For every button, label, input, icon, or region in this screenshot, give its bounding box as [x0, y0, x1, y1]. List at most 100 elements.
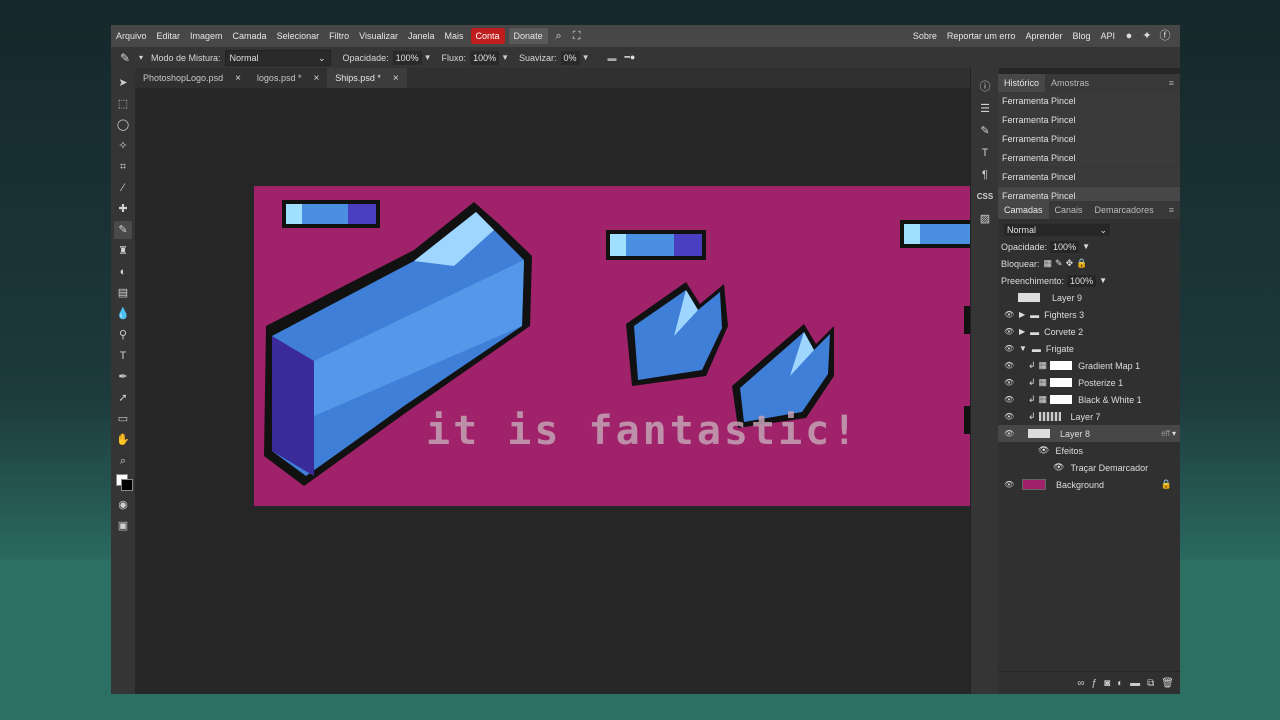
layer-row[interactable]: 👁 ↲ ▦ Gradient Map 1	[998, 357, 1180, 374]
chevron-down-icon[interactable]: ▼	[1019, 344, 1027, 353]
layer-mask-icon[interactable]: ◙	[1104, 678, 1110, 689]
tab-canais[interactable]: Canais	[1049, 201, 1089, 219]
close-icon[interactable]: ×	[313, 73, 319, 84]
history-item[interactable]: Ferramenta Pincel	[998, 92, 1180, 111]
layer-row[interactable]: 👁 Background 🔒	[998, 476, 1180, 493]
layer-row[interactable]: 👁 ↲ Layer 7	[998, 408, 1180, 425]
opacity-input[interactable]: 100%	[392, 50, 422, 65]
history-item[interactable]: Ferramenta Pincel	[998, 149, 1180, 168]
menu-editar[interactable]: Editar	[152, 25, 186, 47]
chevron-right-icon[interactable]: ▶	[1019, 310, 1025, 319]
link-layers-icon[interactable]: ∞	[1077, 678, 1084, 689]
panel-menu-icon[interactable]: ≡	[1169, 205, 1180, 215]
blend-mode-select[interactable]: Normal ⌄	[224, 49, 331, 66]
character-icon[interactable]: T	[971, 142, 999, 164]
crop-tool-icon[interactable]: ⌗	[114, 158, 132, 176]
layer-blend-select[interactable]: Normal ⌄	[1004, 223, 1110, 236]
history-item[interactable]: Ferramenta Pincel	[998, 130, 1180, 149]
eye-icon[interactable]: 👁	[1038, 445, 1049, 456]
menu-blog[interactable]: Blog	[1067, 25, 1095, 47]
tab-photoshoplogo[interactable]: PhotoshopLogo.psd ×	[135, 68, 249, 88]
adjustment-layer-icon[interactable]: ◐	[1117, 678, 1123, 689]
document-canvas[interactable]: it is fantastic!	[254, 186, 970, 506]
layer-row[interactable]: 👁 ↲ ▦ Black & White 1	[998, 391, 1180, 408]
facebook-icon[interactable]: ⓕ	[1156, 25, 1174, 47]
eyedropper-icon[interactable]: ⁄	[114, 179, 132, 197]
delete-layer-icon[interactable]: 🗑	[1161, 678, 1174, 689]
layer-row[interactable]: Layer 9	[998, 289, 1180, 306]
fx-badge[interactable]: eff	[1161, 429, 1170, 438]
search-icon[interactable]: ⌕	[550, 25, 568, 47]
chevron-right-icon[interactable]: ▶	[1019, 327, 1025, 336]
brush-size-icon[interactable]: ▬	[607, 53, 616, 63]
move-tool-icon[interactable]: ➤	[114, 74, 132, 92]
dodge-tool-icon[interactable]: ⚲	[114, 326, 132, 344]
chevron-down-icon[interactable]: ▾	[1172, 429, 1176, 438]
layer-row-selected[interactable]: 👁 Layer 8 eff ▾	[998, 425, 1180, 442]
tab-camadas[interactable]: Camadas	[998, 201, 1049, 219]
type-tool-icon[interactable]: T	[114, 347, 132, 365]
eraser-tool-icon[interactable]: ◐	[114, 263, 132, 281]
menu-reportar-erro[interactable]: Reportar um erro	[942, 25, 1021, 47]
eye-icon[interactable]: 👁	[1004, 412, 1014, 421]
layer-row[interactable]: 👁 ↲ ▦ Posterize 1	[998, 374, 1180, 391]
menu-aprender[interactable]: Aprender	[1020, 25, 1067, 47]
twitter-icon[interactable]: ✦	[1138, 25, 1156, 47]
flow-input[interactable]: 100%	[470, 50, 500, 65]
fill-input[interactable]: 100%	[1067, 274, 1097, 287]
info-icon[interactable]: ⓘ	[971, 76, 999, 98]
layer-opacity-input[interactable]: 100%	[1050, 240, 1080, 253]
fullscreen-icon[interactable]: ⛶	[568, 25, 586, 47]
donate-button[interactable]: Donate	[508, 28, 548, 44]
lock-pixels-icon[interactable]: ✎	[1055, 258, 1063, 269]
background-color-swatch[interactable]	[121, 479, 133, 491]
shape-tool-icon[interactable]: ▭	[114, 410, 132, 428]
hand-tool-icon[interactable]: ✋	[114, 431, 132, 449]
eye-icon[interactable]: 👁	[1053, 462, 1064, 473]
smooth-dropdown-icon[interactable]: ▼	[582, 53, 590, 62]
image-icon[interactable]: ▨	[971, 208, 999, 230]
brush-tool-icon[interactable]: ✎	[114, 221, 132, 239]
clone-stamp-icon[interactable]: ♜	[114, 242, 132, 260]
eye-icon[interactable]: 👁	[1004, 429, 1014, 438]
brush-settings-icon[interactable]: ✎	[971, 120, 999, 142]
brush-preset-dropdown-icon[interactable]: ▾	[139, 53, 143, 62]
effects-row[interactable]: 👁 Efeitos	[998, 442, 1180, 459]
gradient-tool-icon[interactable]: ▤	[114, 284, 132, 302]
menu-imagem[interactable]: Imagem	[185, 25, 228, 47]
blur-tool-icon[interactable]: 💧	[114, 305, 132, 323]
lasso-tool-icon[interactable]: ◯	[114, 116, 132, 134]
lock-position-icon[interactable]: ✥	[1066, 258, 1074, 269]
menu-janela[interactable]: Janela	[403, 25, 440, 47]
close-icon[interactable]: ×	[393, 73, 399, 84]
opacity-dropdown-icon[interactable]: ▼	[1082, 242, 1090, 251]
menu-camada[interactable]: Camada	[228, 25, 272, 47]
close-icon[interactable]: ×	[235, 73, 241, 84]
eye-icon[interactable]: 👁	[1004, 480, 1014, 489]
layer-group-row[interactable]: 👁 ▶ ▬ Corvete 2	[998, 323, 1180, 340]
screen-mode-icon[interactable]: ▣	[114, 517, 132, 535]
eye-icon[interactable]: 👁	[1004, 310, 1014, 319]
layer-effects-icon[interactable]: ƒ	[1092, 678, 1098, 689]
menu-api[interactable]: API	[1095, 25, 1120, 47]
eye-icon[interactable]: 👁	[1004, 344, 1014, 353]
layer-group-row[interactable]: 👁 ▼ ▬ Frigate	[998, 340, 1180, 357]
healing-brush-icon[interactable]: ✚	[114, 200, 132, 218]
history-item[interactable]: Ferramenta Pincel	[998, 111, 1180, 130]
paragraph-icon[interactable]: ¶	[971, 164, 999, 186]
zoom-tool-icon[interactable]: ⌕	[114, 452, 132, 470]
reddit-icon[interactable]: ●	[1120, 25, 1138, 47]
adjustments-icon[interactable]: ☰	[971, 98, 999, 120]
magic-wand-icon[interactable]: ✧	[114, 137, 132, 155]
history-item[interactable]: Ferramenta Pincel	[998, 168, 1180, 187]
menu-arquivo[interactable]: Arquivo	[111, 25, 152, 47]
eye-icon[interactable]: 👁	[1004, 395, 1014, 404]
new-group-icon[interactable]: ▬	[1130, 678, 1140, 689]
effect-item-row[interactable]: 👁 Traçar Demarcador	[998, 459, 1180, 476]
tab-logos[interactable]: logos.psd * ×	[249, 68, 327, 88]
quick-mask-icon[interactable]: ◉	[114, 496, 132, 514]
eye-icon[interactable]: 👁	[1004, 327, 1014, 336]
lock-transparency-icon[interactable]: ▦	[1044, 258, 1053, 269]
canvas-workarea[interactable]: it is fantastic!	[135, 88, 970, 694]
panel-menu-icon[interactable]: ≡	[1169, 78, 1180, 88]
